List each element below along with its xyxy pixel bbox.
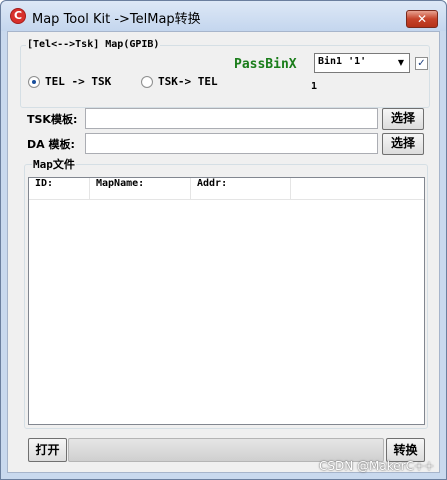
client-area: [Tel<-->Tsk] Map(GPIB) TEL -> TSK TSK-> …: [7, 31, 440, 473]
passbin-checkbox[interactable]: ✓: [415, 57, 428, 70]
radio-tel-to-tsk-label[interactable]: TEL -> TSK: [45, 75, 111, 88]
da-template-input[interactable]: [85, 133, 378, 154]
tsk-template-label: TSK模板:: [27, 113, 78, 126]
column-mapname[interactable]: MapName:: [90, 178, 191, 200]
tsk-select-button[interactable]: 选择: [382, 108, 424, 130]
open-button[interactable]: 打开: [28, 438, 67, 462]
watermark: CSDN @MakerC++: [319, 459, 435, 473]
column-id[interactable]: ID:: [29, 178, 90, 200]
bin-select-value: Bin1 '1': [318, 56, 367, 67]
radio-tsk-to-tel[interactable]: [141, 76, 153, 88]
close-button[interactable]: ✕: [406, 10, 438, 28]
app-logo-icon: C: [10, 8, 26, 24]
radio-tsk-to-tel-label[interactable]: TSK-> TEL: [158, 75, 218, 88]
da-template-label: DA 模板:: [27, 138, 75, 151]
conversion-group-title: [Tel<-->Tsk] Map(GPIB): [26, 39, 161, 50]
column-addr[interactable]: Addr:: [191, 178, 291, 200]
passbin-label: PassBinX: [234, 57, 297, 72]
map-files-list[interactable]: ID: MapName: Addr:: [28, 177, 425, 425]
list-header: ID: MapName: Addr:: [29, 178, 424, 200]
bin-select[interactable]: Bin1 '1' ▼: [314, 53, 410, 73]
title-bar[interactable]: C Map Tool Kit ->TelMap转换 ✕: [1, 1, 446, 31]
chevron-down-icon[interactable]: ▼: [393, 54, 409, 72]
bin-count: 1: [311, 81, 318, 92]
app-window: C Map Tool Kit ->TelMap转换 ✕ [Tel<-->Tsk]…: [0, 0, 447, 480]
map-files-group-title: Map文件: [32, 156, 76, 172]
da-select-button[interactable]: 选择: [382, 133, 424, 155]
window-title: Map Tool Kit ->TelMap转换: [32, 12, 201, 27]
radio-tel-to-tsk[interactable]: [28, 76, 40, 88]
tsk-template-input[interactable]: [85, 108, 378, 129]
